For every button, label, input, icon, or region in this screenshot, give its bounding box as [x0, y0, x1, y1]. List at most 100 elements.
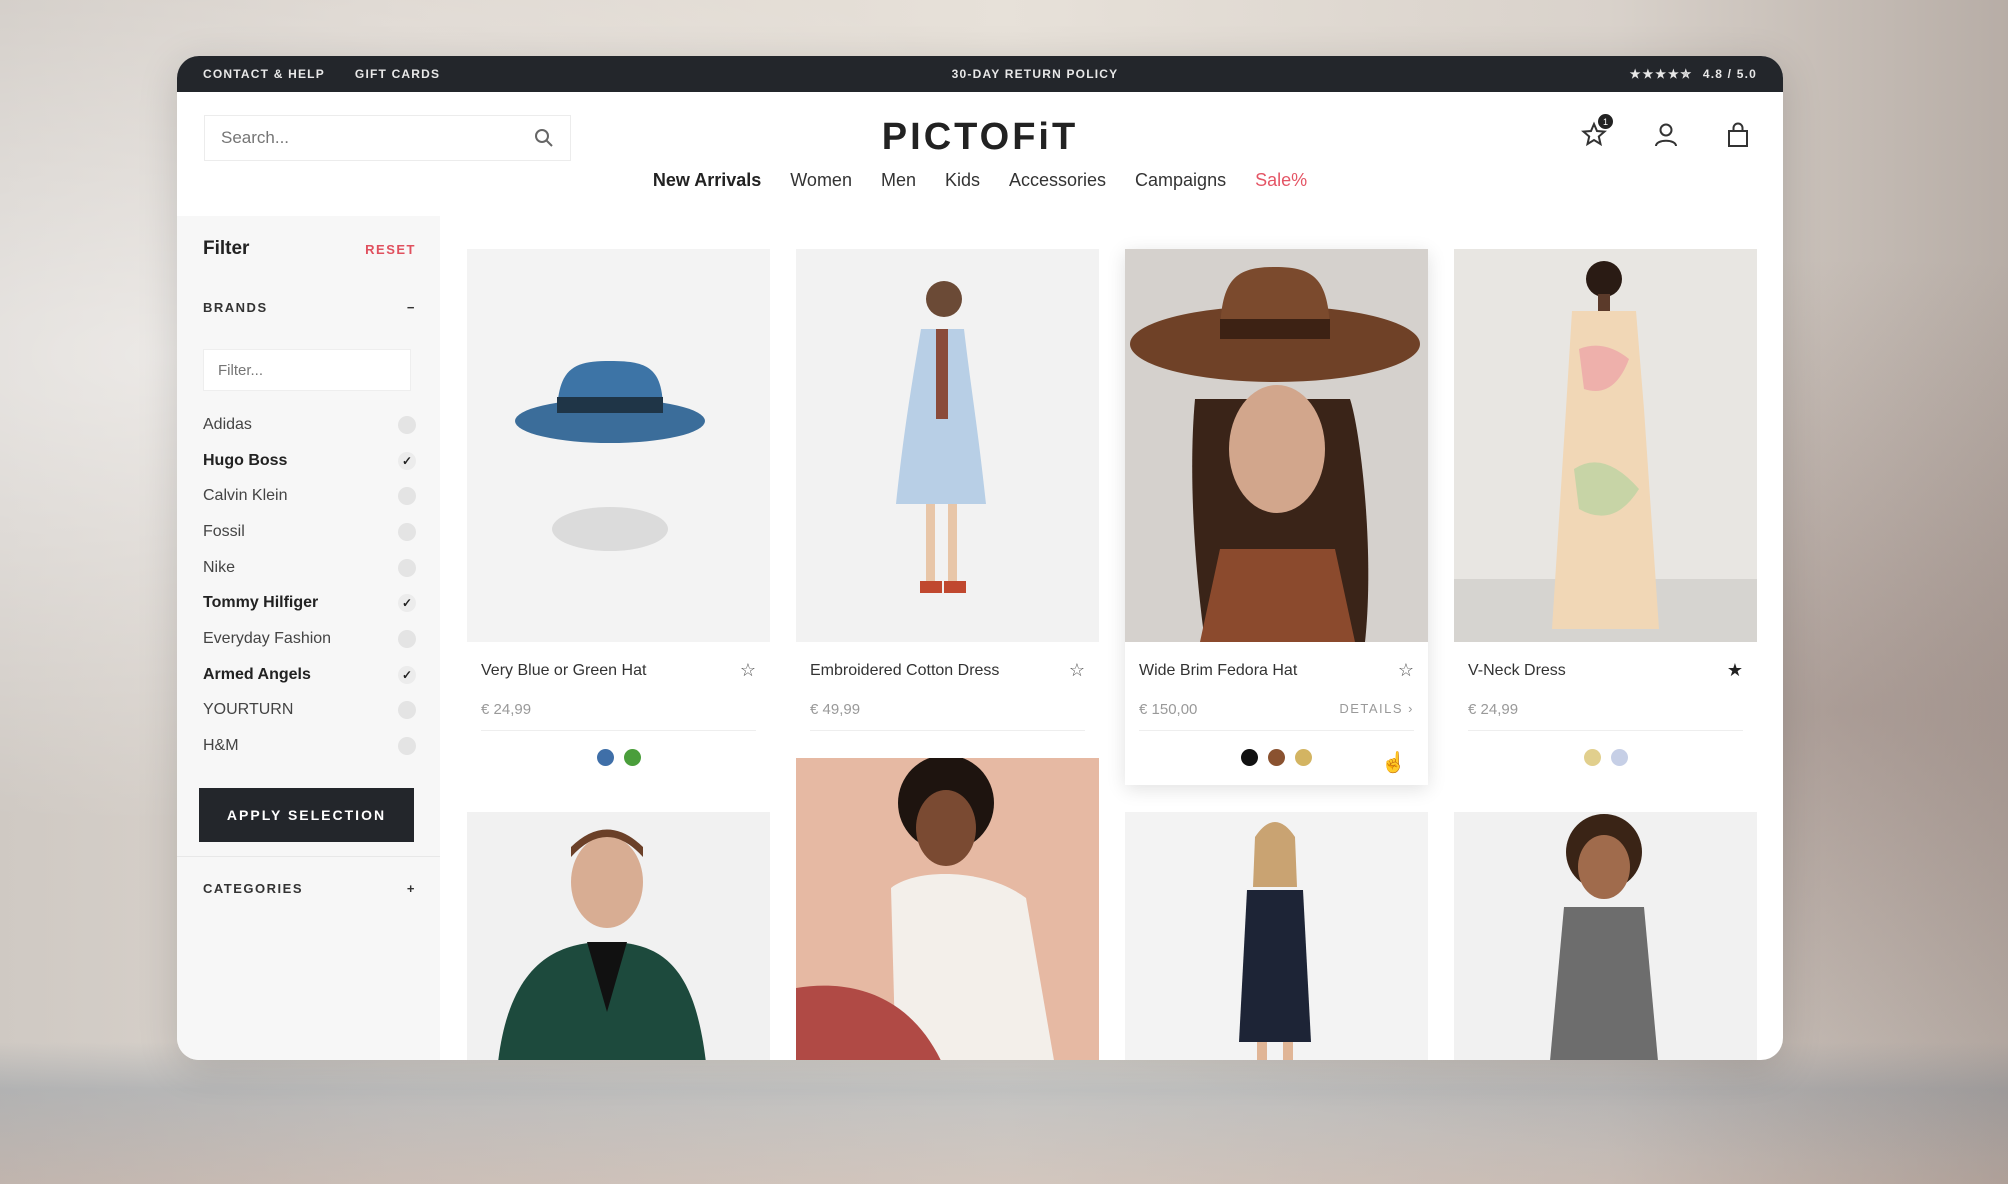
product-image[interactable] — [1125, 249, 1428, 642]
product-image[interactable] — [796, 249, 1099, 642]
brand-list: Adidas Hugo Boss ✓ Calvin Klein Fossil Ni… — [203, 407, 416, 764]
color-swatch-green[interactable] — [623, 749, 641, 766]
contact-help-link[interactable]: CONTACT & HELP — [203, 67, 325, 81]
product-image[interactable] — [1454, 249, 1757, 642]
apply-selection-button[interactable]: APPLY SELECTION — [199, 787, 414, 842]
brand-item[interactable]: Adidas — [203, 407, 416, 443]
color-swatch-lavender[interactable] — [1610, 749, 1628, 766]
rating-stars-icon: ★★★★✮ — [1629, 67, 1693, 81]
filter-title: Filter — [203, 238, 250, 259]
collapse-icon[interactable]: − — [407, 300, 416, 315]
brand-checkbox-checked[interactable]: ✓ — [398, 451, 416, 470]
product-card[interactable] — [1454, 812, 1757, 1060]
wishlist-count-badge: 1 — [1598, 114, 1613, 129]
brand-checkbox-checked[interactable]: ✓ — [398, 665, 416, 684]
expand-icon[interactable]: + — [407, 881, 416, 896]
product-price: € 49,99 — [810, 701, 861, 718]
brand-filter-input[interactable] — [203, 349, 411, 391]
brand-label: YOURTURN — [203, 701, 294, 719]
brand-checkbox[interactable] — [398, 558, 416, 577]
wishlist-star-icon[interactable]: ☆ — [1398, 660, 1414, 681]
product-image[interactable] — [1454, 812, 1757, 1060]
product-card[interactable]: Very Blue or Green Hat ☆ € 24,99 — [467, 249, 770, 785]
brand-label: Armed Angels — [203, 665, 311, 683]
product-card-hovered[interactable]: Wide Brim Fedora Hat ☆ € 150,00 DETAILS … — [1125, 249, 1428, 785]
color-swatches — [1139, 749, 1414, 766]
brand-label: Adidas — [203, 415, 252, 433]
search-icon[interactable] — [534, 128, 554, 148]
header: PICTOFiT 1 — [177, 92, 1783, 182]
return-policy-text: 30-DAY RETURN POLICY — [951, 67, 1119, 81]
brands-heading: BRANDS — [203, 300, 268, 315]
product-name[interactable]: V-Neck Dress — [1468, 662, 1566, 680]
brand-item[interactable]: Everyday Fashion — [203, 621, 416, 657]
brand-checkbox[interactable] — [398, 522, 416, 541]
card-divider — [1139, 730, 1414, 731]
brand-checkbox[interactable] — [398, 737, 416, 756]
brand-item[interactable]: Hugo Boss ✓ — [203, 443, 416, 479]
reset-filter-button[interactable]: RESET — [365, 242, 416, 257]
brand-label: Calvin Klein — [203, 487, 288, 505]
pointer-cursor-icon: ☝ — [1381, 752, 1406, 774]
color-swatch-yellow[interactable] — [1583, 749, 1601, 766]
gift-cards-link[interactable]: GIFT CARDS — [355, 67, 440, 81]
product-name[interactable]: Wide Brim Fedora Hat — [1139, 662, 1297, 680]
rating-value: 4.8 / 5.0 — [1702, 67, 1757, 81]
brand-label: Everyday Fashion — [203, 629, 332, 647]
color-swatch-brown[interactable] — [1268, 749, 1285, 766]
categories-heading: CATEGORIES — [203, 880, 303, 896]
product-name[interactable]: Embroidered Cotton Dress — [810, 662, 999, 680]
wishlist-icon[interactable]: 1 — [1579, 114, 1613, 150]
color-swatch-blue[interactable] — [596, 749, 614, 766]
color-swatches — [1468, 749, 1743, 766]
brands-section-toggle[interactable]: BRANDS − — [203, 300, 416, 315]
brand-item[interactable]: Fossil — [203, 514, 416, 550]
search-box[interactable] — [204, 115, 571, 161]
brand-checkbox[interactable] — [398, 701, 416, 720]
brand-item[interactable]: Nike — [203, 550, 416, 586]
product-image[interactable] — [1125, 812, 1428, 1060]
categories-section-toggle[interactable]: CATEGORIES + — [203, 881, 416, 896]
brand-label: Fossil — [203, 522, 245, 540]
product-price: € 24,99 — [1468, 701, 1519, 718]
product-image[interactable] — [467, 249, 770, 642]
brand-checkbox[interactable] — [398, 629, 416, 648]
product-card[interactable]: V-Neck Dress ★ € 24,99 — [1454, 249, 1757, 785]
shop-window: CONTACT & HELP GIFT CARDS 30-DAY RETURN … — [177, 56, 1783, 1060]
brand-item[interactable]: H&M — [203, 728, 416, 764]
product-image[interactable] — [796, 758, 1099, 1060]
store-rating: ★★★★✮ 4.8 / 5.0 — [1630, 67, 1757, 81]
site-logo[interactable]: PICTOFiT — [882, 116, 1078, 159]
wishlist-star-icon[interactable]: ☆ — [1069, 660, 1085, 681]
section-divider — [177, 855, 440, 857]
wishlist-star-filled-icon[interactable]: ★ — [1727, 660, 1743, 681]
account-icon[interactable] — [1651, 120, 1681, 150]
color-swatch-black[interactable] — [1241, 749, 1258, 766]
filter-sidebar: Filter RESET BRANDS − Adidas Hugo Boss ✓ … — [177, 216, 440, 1060]
card-divider — [481, 730, 756, 731]
color-swatch-gold[interactable] — [1295, 749, 1312, 766]
card-divider — [810, 730, 1085, 731]
brand-item[interactable]: Armed Angels ✓ — [203, 657, 416, 693]
details-link[interactable]: DETAILS › — [1339, 701, 1414, 718]
brand-item[interactable]: Tommy Hilfiger ✓ — [203, 585, 416, 621]
shopping-bag-icon[interactable] — [1723, 120, 1753, 150]
brand-label: H&M — [203, 737, 239, 755]
brand-checkbox[interactable] — [398, 487, 416, 506]
product-price: € 150,00 — [1139, 701, 1198, 718]
brand-item[interactable]: YOURTURN — [203, 693, 416, 729]
brand-label: Nike — [203, 558, 236, 576]
brand-label: Tommy Hilfiger — [203, 594, 319, 612]
brand-checkbox-checked[interactable]: ✓ — [398, 594, 416, 613]
product-image[interactable] — [467, 812, 770, 1060]
product-card[interactable] — [1125, 812, 1428, 1060]
search-input[interactable] — [221, 128, 521, 148]
product-card[interactable] — [796, 758, 1099, 1060]
brand-checkbox[interactable] — [398, 415, 416, 434]
top-bar: CONTACT & HELP GIFT CARDS 30-DAY RETURN … — [177, 56, 1783, 92]
wishlist-star-icon[interactable]: ☆ — [740, 660, 756, 681]
product-name[interactable]: Very Blue or Green Hat — [481, 662, 646, 680]
product-card[interactable] — [467, 812, 770, 1060]
product-card[interactable]: Embroidered Cotton Dress ☆ € 49,99 — [796, 249, 1099, 785]
brand-item[interactable]: Calvin Klein — [203, 478, 416, 514]
